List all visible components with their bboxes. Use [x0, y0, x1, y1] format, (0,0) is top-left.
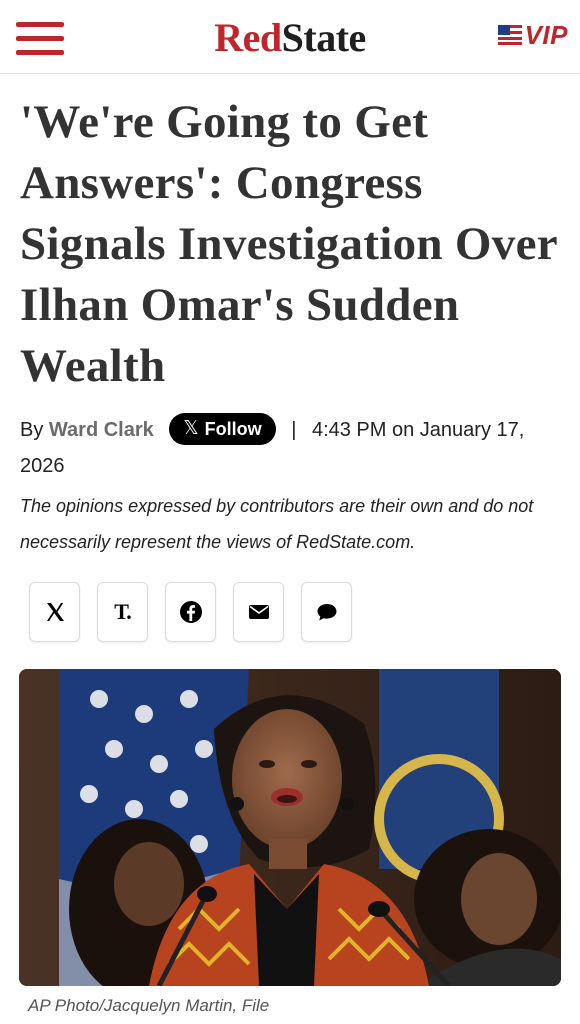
ilhan-omar-photo [19, 669, 561, 986]
photo-caption: AP Photo/Jacquelyn Martin, File [28, 996, 270, 1015]
us-flag-icon [497, 25, 522, 45]
logo-red-text: Red [214, 15, 282, 60]
author-link[interactable]: Ward Clark [49, 419, 154, 441]
vip-label: VIP [524, 19, 568, 50]
byline: By Ward Clark 𝕏 Follow | 4:43 PM on Janu… [20, 412, 565, 484]
byline-prefix: By [20, 419, 44, 441]
share-truth-social-button[interactable]: T. [97, 582, 148, 642]
share-bar: T. [29, 582, 352, 642]
opinion-disclaimer: The opinions expressed by contributors a… [20, 496, 534, 552]
vip-link[interactable]: VIP [497, 19, 568, 50]
article-photo [19, 669, 561, 986]
share-comment-button[interactable] [301, 582, 352, 642]
truth-social-icon: T. [114, 599, 132, 624]
x-follow-button[interactable]: 𝕏 Follow [169, 412, 276, 445]
logo-state-text: State [281, 15, 367, 60]
share-x-button[interactable] [29, 582, 80, 642]
x-icon [46, 603, 64, 621]
email-icon [248, 605, 269, 619]
follow-label: Follow [204, 418, 262, 439]
article-headline: 'We're Going to Get Answers': Congress S… [20, 96, 558, 392]
share-email-button[interactable] [233, 582, 284, 642]
share-facebook-button[interactable] [165, 582, 216, 642]
site-header: RedState VIP [0, 0, 580, 74]
facebook-icon [179, 601, 202, 623]
site-logo[interactable]: RedState [0, 14, 580, 62]
byline-separator: | [291, 419, 297, 441]
comment-icon [317, 604, 336, 621]
x-icon: 𝕏 [183, 417, 199, 439]
